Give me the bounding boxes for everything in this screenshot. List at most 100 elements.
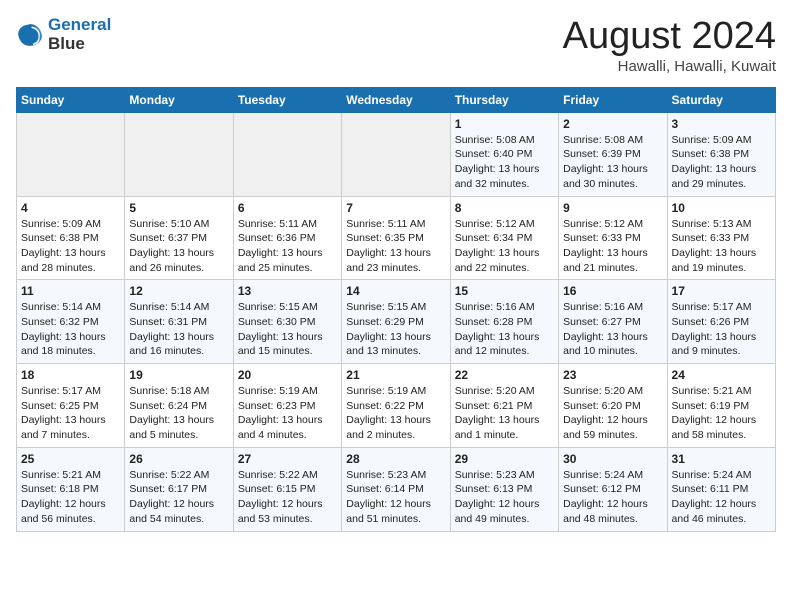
day-info: Sunrise: 5:17 AM Sunset: 6:26 PM Dayligh… [672,300,771,359]
day-info: Sunrise: 5:14 AM Sunset: 6:32 PM Dayligh… [21,300,120,359]
day-info: Sunrise: 5:16 AM Sunset: 6:28 PM Dayligh… [455,300,554,359]
page-header: General Blue August 2024 Hawalli, Hawall… [16,16,776,75]
day-number: 12 [129,284,228,298]
calendar-day-cell: 30 Sunrise: 5:24 AM Sunset: 6:12 PM Dayli… [559,447,667,531]
calendar-day-cell: 15 Sunrise: 5:16 AM Sunset: 6:28 PM Dayli… [450,280,558,364]
day-info: Sunrise: 5:12 AM Sunset: 6:33 PM Dayligh… [563,217,662,276]
calendar-day-cell: 1 Sunrise: 5:08 AM Sunset: 6:40 PM Daylig… [450,112,558,196]
calendar-day-cell: 10 Sunrise: 5:13 AM Sunset: 6:33 PM Dayli… [667,196,775,280]
day-info: Sunrise: 5:23 AM Sunset: 6:14 PM Dayligh… [346,468,445,527]
day-info: Sunrise: 5:15 AM Sunset: 6:29 PM Dayligh… [346,300,445,359]
day-number: 10 [672,201,771,215]
day-number: 23 [563,368,662,382]
day-number: 13 [238,284,337,298]
calendar-day-cell: 6 Sunrise: 5:11 AM Sunset: 6:36 PM Daylig… [233,196,341,280]
day-number: 21 [346,368,445,382]
calendar-day-cell: 2Sunrise: 5:08 AM Sunset: 6:39 PM Daylig… [559,112,667,196]
calendar-day-cell: 5Sunrise: 5:10 AM Sunset: 6:37 PM Daylig… [125,196,233,280]
logo: General Blue [16,16,111,53]
day-info: Sunrise: 5:13 AM Sunset: 6:33 PM Dayligh… [672,217,771,276]
day-number: 29 [455,452,554,466]
day-number: 27 [238,452,337,466]
weekday-header: Saturday [667,87,775,112]
day-number: 31 [672,452,771,466]
day-number: 7 [346,201,445,215]
day-info: Sunrise: 5:16 AM Sunset: 6:27 PM Dayligh… [563,300,662,359]
calendar-day-cell: 26Sunrise: 5:22 AM Sunset: 6:17 PM Dayli… [125,447,233,531]
calendar-day-cell: 28Sunrise: 5:23 AM Sunset: 6:14 PM Dayli… [342,447,450,531]
logo-text: General Blue [48,16,111,53]
calendar-day-cell: 25 Sunrise: 5:21 AM Sunset: 6:18 PM Dayli… [17,447,125,531]
calendar-day-cell: 7 Sunrise: 5:11 AM Sunset: 6:35 PM Daylig… [342,196,450,280]
day-number: 3 [672,117,771,131]
calendar-day-cell: 23Sunrise: 5:20 AM Sunset: 6:20 PM Dayli… [559,364,667,448]
day-number: 17 [672,284,771,298]
day-number: 16 [563,284,662,298]
title-block: August 2024 Hawalli, Hawalli, Kuwait [563,16,776,75]
calendar-day-cell: 8 Sunrise: 5:12 AM Sunset: 6:34 PM Daylig… [450,196,558,280]
day-number: 24 [672,368,771,382]
day-info: Sunrise: 5:08 AM Sunset: 6:39 PM Dayligh… [563,133,662,192]
calendar-week-row: 1 Sunrise: 5:08 AM Sunset: 6:40 PM Daylig… [17,112,776,196]
page-title: August 2024 [563,16,776,58]
calendar-week-row: 18 Sunrise: 5:17 AM Sunset: 6:25 PM Dayli… [17,364,776,448]
calendar-day-cell: 31 Sunrise: 5:24 AM Sunset: 6:11 PM Dayli… [667,447,775,531]
calendar-day-cell: 21Sunrise: 5:19 AM Sunset: 6:22 PM Dayli… [342,364,450,448]
day-info: Sunrise: 5:08 AM Sunset: 6:40 PM Dayligh… [455,133,554,192]
calendar-day-cell [125,112,233,196]
calendar-header-row: SundayMondayTuesdayWednesdayThursdayFrid… [17,87,776,112]
day-info: Sunrise: 5:20 AM Sunset: 6:21 PM Dayligh… [455,384,554,443]
day-number: 18 [21,368,120,382]
day-number: 30 [563,452,662,466]
calendar-day-cell [342,112,450,196]
calendar-day-cell [17,112,125,196]
calendar-table: SundayMondayTuesdayWednesdayThursdayFrid… [16,87,776,532]
logo-icon [16,21,44,49]
day-number: 25 [21,452,120,466]
calendar-day-cell: 11 Sunrise: 5:14 AM Sunset: 6:32 PM Dayli… [17,280,125,364]
day-info: Sunrise: 5:24 AM Sunset: 6:11 PM Dayligh… [672,468,771,527]
day-info: Sunrise: 5:11 AM Sunset: 6:36 PM Dayligh… [238,217,337,276]
calendar-day-cell: 13 Sunrise: 5:15 AM Sunset: 6:30 PM Dayli… [233,280,341,364]
calendar-week-row: 25 Sunrise: 5:21 AM Sunset: 6:18 PM Dayli… [17,447,776,531]
weekday-header: Wednesday [342,87,450,112]
calendar-day-cell: 14Sunrise: 5:15 AM Sunset: 6:29 PM Dayli… [342,280,450,364]
day-info: Sunrise: 5:21 AM Sunset: 6:19 PM Dayligh… [672,384,771,443]
day-info: Sunrise: 5:09 AM Sunset: 6:38 PM Dayligh… [21,217,120,276]
calendar-day-cell: 24 Sunrise: 5:21 AM Sunset: 6:19 PM Dayli… [667,364,775,448]
day-info: Sunrise: 5:15 AM Sunset: 6:30 PM Dayligh… [238,300,337,359]
calendar-day-cell: 20 Sunrise: 5:19 AM Sunset: 6:23 PM Dayli… [233,364,341,448]
calendar-week-row: 4 Sunrise: 5:09 AM Sunset: 6:38 PM Daylig… [17,196,776,280]
day-info: Sunrise: 5:22 AM Sunset: 6:15 PM Dayligh… [238,468,337,527]
day-number: 4 [21,201,120,215]
calendar-day-cell: 9 Sunrise: 5:12 AM Sunset: 6:33 PM Daylig… [559,196,667,280]
day-info: Sunrise: 5:12 AM Sunset: 6:34 PM Dayligh… [455,217,554,276]
day-number: 6 [238,201,337,215]
calendar-day-cell: 18 Sunrise: 5:17 AM Sunset: 6:25 PM Dayli… [17,364,125,448]
day-number: 1 [455,117,554,131]
day-info: Sunrise: 5:22 AM Sunset: 6:17 PM Dayligh… [129,468,228,527]
day-info: Sunrise: 5:14 AM Sunset: 6:31 PM Dayligh… [129,300,228,359]
day-number: 11 [21,284,120,298]
weekday-header: Tuesday [233,87,341,112]
day-number: 5 [129,201,228,215]
day-number: 8 [455,201,554,215]
calendar-day-cell: 12 Sunrise: 5:14 AM Sunset: 6:31 PM Dayli… [125,280,233,364]
day-number: 19 [129,368,228,382]
day-info: Sunrise: 5:09 AM Sunset: 6:38 PM Dayligh… [672,133,771,192]
day-number: 9 [563,201,662,215]
day-info: Sunrise: 5:21 AM Sunset: 6:18 PM Dayligh… [21,468,120,527]
calendar-day-cell: 4 Sunrise: 5:09 AM Sunset: 6:38 PM Daylig… [17,196,125,280]
day-info: Sunrise: 5:17 AM Sunset: 6:25 PM Dayligh… [21,384,120,443]
day-info: Sunrise: 5:24 AM Sunset: 6:12 PM Dayligh… [563,468,662,527]
calendar-day-cell [233,112,341,196]
calendar-day-cell: 27 Sunrise: 5:22 AM Sunset: 6:15 PM Dayli… [233,447,341,531]
weekday-header: Sunday [17,87,125,112]
calendar-day-cell: 29Sunrise: 5:23 AM Sunset: 6:13 PM Dayli… [450,447,558,531]
day-info: Sunrise: 5:11 AM Sunset: 6:35 PM Dayligh… [346,217,445,276]
weekday-header: Monday [125,87,233,112]
day-number: 15 [455,284,554,298]
day-number: 20 [238,368,337,382]
day-info: Sunrise: 5:19 AM Sunset: 6:23 PM Dayligh… [238,384,337,443]
day-info: Sunrise: 5:18 AM Sunset: 6:24 PM Dayligh… [129,384,228,443]
